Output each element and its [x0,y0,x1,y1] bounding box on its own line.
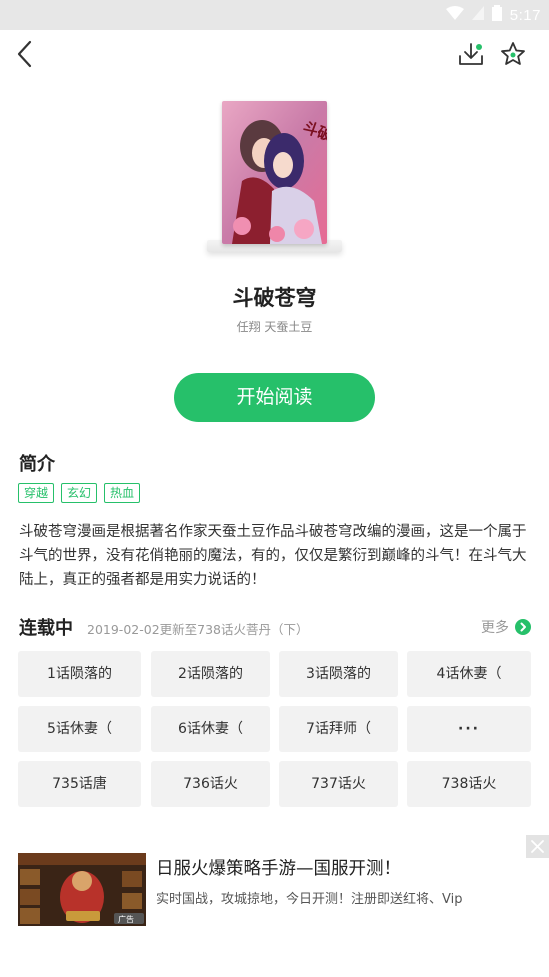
chapter-button[interactable]: 736话火 [151,761,270,807]
tag-list: 穿越 玄幻 热血 [18,483,141,503]
more-ellipsis-button[interactable]: ··· [407,706,531,752]
favorite-button[interactable] [497,39,529,71]
chapter-button[interactable]: 7话拜师（ [279,706,398,752]
back-button[interactable] [10,38,42,70]
book-cover-image[interactable]: 斗破苍穹 [222,101,327,244]
wifi-icon [445,6,464,24]
signal-icon [471,6,484,24]
star-icon [501,42,525,65]
chapter-button[interactable]: 6话休妻（ [151,706,270,752]
chevron-right-icon [515,619,531,635]
ad-title[interactable]: 日服火爆策略手游—国服开测！ [156,855,401,880]
ad-description: 实时国战，攻城掠地，今日开测！注册即送红将、Vip [156,892,463,907]
chapter-button[interactable]: 735话唐 [18,761,141,807]
close-icon [531,840,544,853]
status-time: 5:17 [509,6,541,24]
start-reading-button[interactable]: 开始阅读 [174,373,375,422]
more-label: 更多 [481,620,509,636]
download-button[interactable] [455,39,487,71]
ad-banner[interactable]: 广告 日服火爆策略手游—国服开测！ 实时国战，攻城掠地，今日开测！注册即送红将、… [0,835,549,945]
chapter-button[interactable]: 2话陨落的 [151,651,270,697]
serial-heading: 连载中 [19,618,73,639]
ad-badge: 广告 [118,914,134,924]
chapter-button[interactable]: 3话陨落的 [279,651,398,697]
back-arrow-icon [17,40,32,68]
chapter-button[interactable]: 737话火 [279,761,398,807]
ad-image[interactable]: 广告 [18,853,146,926]
chapter-button[interactable]: 738话火 [407,761,531,807]
intro-heading: 简介 [19,454,55,475]
tag-chip[interactable]: 热血 [104,483,141,503]
tag-chip[interactable]: 玄幻 [61,483,98,503]
book-description: 斗破苍穹漫画是根据著名作家天蚕土豆作品斗破苍穹改编的漫画，这是一个属于斗气的世界… [19,524,527,588]
more-chapters-link[interactable]: 更多 [481,617,531,637]
serial-header: 连载中 2019-02-02更新至738话火菩丹（下） 更多 [19,613,531,641]
book-cover-container: 斗破苍穹 [207,98,342,258]
book-authors: 任翔 天蚕土豆 [236,320,313,334]
chapter-button[interactable]: 4话休妻（ [407,651,531,697]
chapter-button[interactable]: 1话陨落的 [18,651,141,697]
ad-close-button[interactable] [526,835,549,858]
serial-update-text: 2019-02-02更新至738话火菩丹（下） [87,622,309,637]
book-title: 斗破苍穹 [232,286,317,310]
download-icon [459,43,483,65]
tag-chip[interactable]: 穿越 [18,483,55,503]
battery-icon [491,5,502,25]
status-bar: 5:17 [0,0,549,30]
top-bar [0,30,549,80]
chapter-button[interactable]: 5话休妻（ [18,706,141,752]
